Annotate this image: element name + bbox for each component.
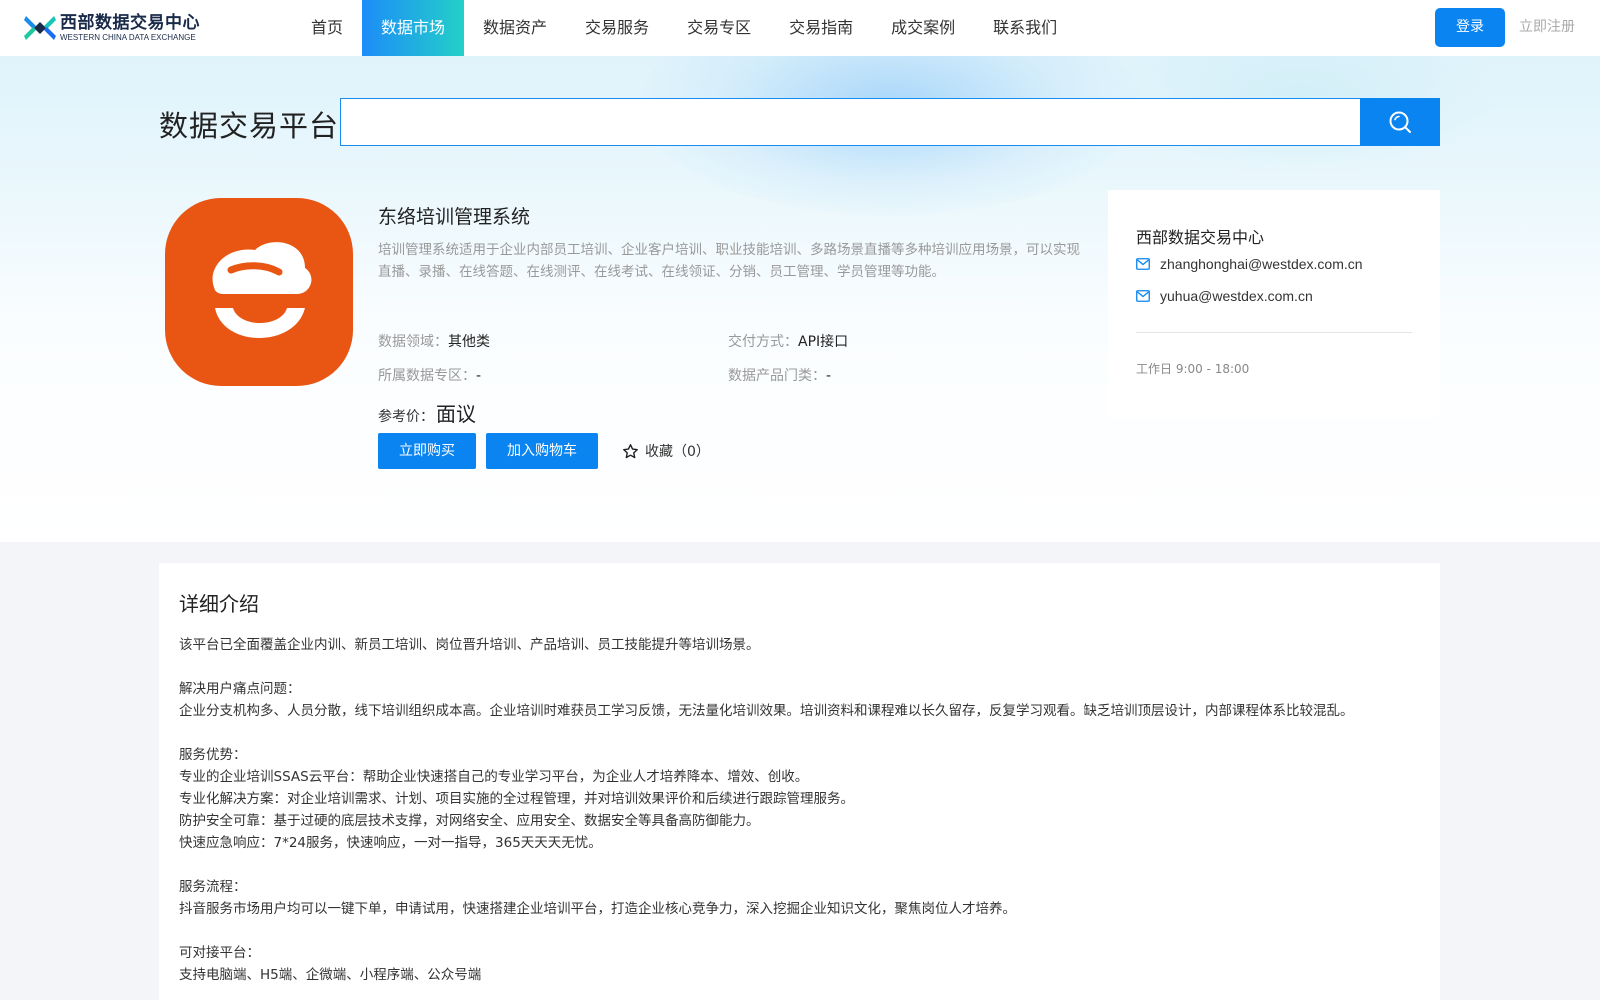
details-line: 支持电脑端、H5端、企微端、小程序端、公众号端 — [179, 967, 482, 983]
details-line: 防护安全可靠：基于过硬的底层技术支撑，对网络安全、应用安全、数据安全等具备高防御… — [179, 813, 760, 829]
details-line: 可对接平台： — [179, 945, 260, 961]
nav-item-trade-zone[interactable]: 交易专区 — [668, 0, 770, 56]
contact-email-1-text: zhanghonghai@westdex.com.cn — [1160, 256, 1363, 272]
details-line: 快速应急响应：7*24服务，快速响应，一对一指导，365天天天无忧。 — [179, 835, 602, 851]
details-line: 服务流程： — [179, 879, 247, 895]
price-label: 参考价： — [378, 409, 434, 425]
attr-zone-value: - — [476, 368, 482, 384]
nav-item-trade-services[interactable]: 交易服务 — [566, 0, 668, 56]
price-value: 面议 — [436, 402, 476, 426]
nav-item-data-assets[interactable]: 数据资产 — [464, 0, 566, 56]
logo-cn-text: 西部数据交易中心 — [60, 12, 200, 33]
favorite-button[interactable]: 收藏（0） — [622, 433, 710, 469]
star-icon — [623, 443, 638, 458]
contact-email-2[interactable]: yuhua@westdex.com.cn — [1136, 288, 1313, 304]
details-line: 该平台已全面覆盖企业内训、新员工培训、岗位晋升培训、产品培训、员工技能提升等培训… — [179, 637, 760, 653]
details-line: 解决用户痛点问题： — [179, 681, 301, 697]
smiling-hat-app-icon — [165, 198, 353, 386]
contact-email-2-text: yuhua@westdex.com.cn — [1160, 288, 1313, 304]
favorite-label: 收藏（0） — [645, 444, 710, 460]
details-line — [179, 656, 1429, 678]
register-link[interactable]: 立即注册 — [1519, 8, 1575, 47]
data-exchange-logo-icon — [24, 13, 56, 43]
product-description: 培训管理系统适用于企业内部员工培训、企业客户培训、职业技能培训、多路场景直播等多… — [378, 242, 1080, 280]
details-line: 企业分支机构多、人员分散，线下培训组织成本高。企业培训时难获员工学习反馈，无法量… — [179, 703, 1354, 719]
main-nav: 首页 数据市场 数据资产 交易服务 交易专区 交易指南 成交案例 联系我们 — [292, 0, 1076, 56]
attr-data-domain-value: 其他类 — [448, 334, 490, 350]
product-name: 东络培训管理系统 — [378, 206, 531, 228]
contact-title: 西部数据交易中心 — [1136, 228, 1265, 247]
attr-delivery: 交付方式：API接口 — [728, 331, 848, 351]
contact-email-1[interactable]: zhanghonghai@westdex.com.cn — [1136, 256, 1363, 272]
attr-category-value: - — [826, 368, 832, 384]
mail-icon — [1136, 258, 1150, 270]
attr-category: 数据产品门类：- — [728, 365, 831, 385]
search-button[interactable] — [1360, 98, 1440, 146]
attr-data-domain: 数据领域：其他类 — [378, 331, 490, 351]
platform-title: 数据交易平台 — [159, 109, 340, 143]
details-title: 详细介绍 — [179, 592, 259, 616]
contact-divider — [1136, 332, 1412, 333]
price-row: 参考价： 面议 — [378, 398, 476, 427]
attr-category-label: 数据产品门类： — [728, 368, 826, 384]
details-body: 该平台已全面覆盖企业内训、新员工培训、岗位晋升培训、产品培训、员工技能提升等培训… — [179, 634, 1429, 986]
details-line: 专业的企业培训SSAS云平台：帮助企业快速搭自己的专业学习平台，为企业人才培养降… — [179, 769, 809, 785]
details-line — [179, 854, 1429, 876]
login-button[interactable]: 登录 — [1435, 8, 1505, 47]
attr-delivery-value: API接口 — [798, 334, 849, 350]
attr-delivery-label: 交付方式： — [728, 334, 798, 350]
nav-item-contact[interactable]: 联系我们 — [974, 0, 1076, 56]
contact-hours: 工作日 9:00 - 18:00 — [1136, 362, 1250, 376]
mail-icon — [1136, 290, 1150, 302]
nav-item-cases[interactable]: 成交案例 — [872, 0, 974, 56]
nav-item-data-market[interactable]: 数据市场 — [362, 0, 465, 56]
logo-en-text: WESTERN CHINA DATA EXCHANGE — [60, 32, 196, 42]
attr-zone: 所属数据专区：- — [378, 365, 481, 385]
details-line: 专业化解决方案：对企业培训需求、计划、项目实施的全过程管理，并对培训效果评价和后… — [179, 791, 854, 807]
add-to-cart-button[interactable]: 加入购物车 — [486, 433, 598, 469]
nav-item-home[interactable]: 首页 — [292, 0, 362, 56]
nav-item-trade-guide[interactable]: 交易指南 — [770, 0, 872, 56]
contact-card: 西部数据交易中心 zhanghonghai@westdex.com.cn yuh… — [1108, 190, 1440, 418]
search-input[interactable] — [340, 98, 1361, 146]
details-line — [179, 722, 1429, 744]
details-line: 服务优势： — [179, 747, 247, 763]
details-line — [179, 920, 1429, 942]
top-navbar: 西部数据交易中心 WESTERN CHINA DATA EXCHANGE 首页 … — [0, 0, 1600, 56]
attr-data-domain-label: 数据领域： — [378, 334, 448, 350]
search-icon — [1389, 111, 1411, 133]
site-logo[interactable]: 西部数据交易中心 WESTERN CHINA DATA EXCHANGE — [24, 13, 200, 43]
buy-now-button[interactable]: 立即购买 — [378, 433, 476, 469]
details-line: 抖音服务市场用户均可以一键下单，申请试用，快速搭建企业培训平台，打造企业核心竞争… — [179, 901, 1016, 917]
attr-zone-label: 所属数据专区： — [378, 368, 476, 384]
details-section: 详细介绍 该平台已全面覆盖企业内训、新员工培训、岗位晋升培训、产品培训、员工技能… — [159, 563, 1440, 1000]
